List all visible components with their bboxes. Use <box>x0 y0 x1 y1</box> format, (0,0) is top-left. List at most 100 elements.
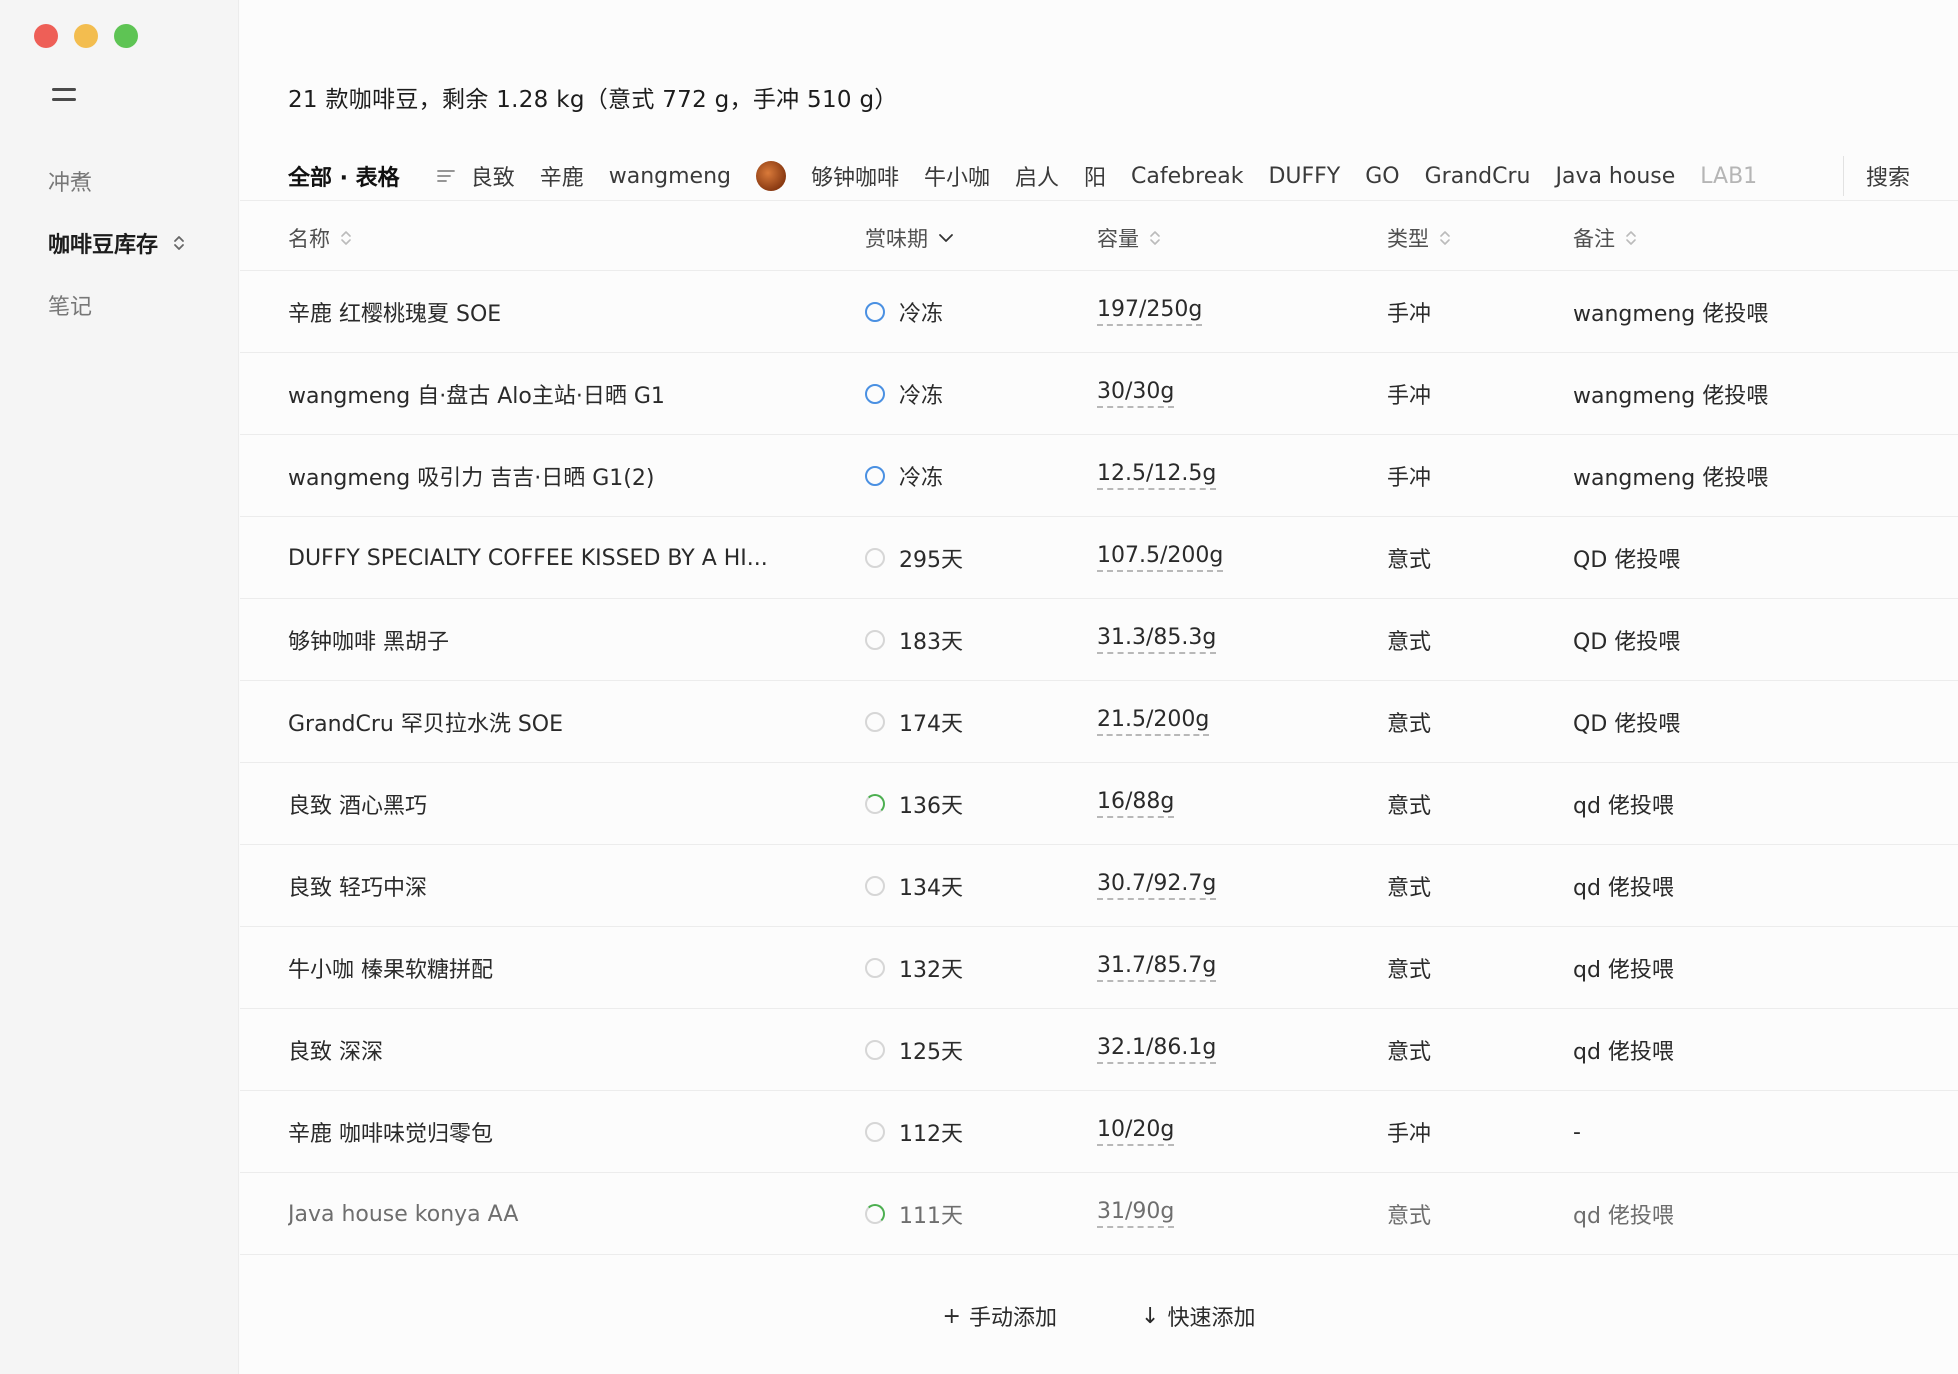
capacity-value[interactable]: 32.1/86.1g <box>1097 1036 1217 1064</box>
capacity-value[interactable]: 31.7/85.7g <box>1097 954 1217 982</box>
capacity-value[interactable]: 197/250g <box>1097 298 1203 326</box>
sidebar-item-label: 冲煮 <box>48 171 93 196</box>
filter-tab[interactable]: DUFFY <box>1268 156 1340 196</box>
capacity-value[interactable]: 31.3/85.3g <box>1097 626 1217 654</box>
capacity-cell: 107.5/200g <box>1097 517 1224 599</box>
bean-name: 良致 深深 <box>288 1040 383 1065</box>
sidebar-toggle-icon[interactable] <box>52 88 76 102</box>
sidebar-item-bean-inventory[interactable]: 咖啡豆库存 <box>48 212 186 274</box>
column-header-note[interactable]: 备注 <box>1573 205 1637 271</box>
bean-name: 辛鹿 红樱桃瑰夏 SOE <box>288 302 502 327</box>
table-row[interactable]: GrandCru 罕贝拉水洗 SOE 174天 21.5/200g 意式 QD 佬投喂 <box>240 681 1958 763</box>
freshness-ring-icon <box>865 548 885 568</box>
capacity-cell: 10/20g <box>1097 1091 1175 1173</box>
note-cell: QD 佬投喂 <box>1573 548 1681 573</box>
quick-add-button[interactable]: ↓ 快速添加 <box>1141 1300 1255 1332</box>
table-row[interactable]: wangmeng 吸引力 吉吉·日晒 G1(2) 冷冻 12.5/12.5g 手冲 wa… <box>240 435 1958 517</box>
capacity-value[interactable]: 21.5/200g <box>1097 708 1210 736</box>
filter-tab[interactable]: 启人 <box>1015 156 1059 196</box>
note-cell: qd 佬投喂 <box>1573 1040 1674 1065</box>
quick-add-label: 快速添加 <box>1167 1306 1256 1331</box>
note-cell: qd 佬投喂 <box>1573 794 1674 819</box>
table-row[interactable]: 够钟咖啡 黑胡子 183天 31.3/85.3g 意式 QD 佬投喂 <box>240 599 1958 681</box>
app-window: 冲煮 咖啡豆库存 笔记 21 款咖啡豆，剩余 1.28 kg（意式 772 g，… <box>0 0 1958 1374</box>
type-cell: 意式 <box>1387 1204 1432 1229</box>
bean-name: GrandCru 罕贝拉水洗 SOE <box>288 712 564 737</box>
filter-tab[interactable]: wangmeng <box>609 156 731 196</box>
capacity-value[interactable]: 31/90g <box>1097 1200 1175 1228</box>
column-header-type[interactable]: 类型 <box>1387 205 1451 271</box>
bottom-toolbar: + 手动添加 ↓ 快速添加 <box>240 1292 1958 1340</box>
table-row[interactable]: 辛鹿 咖啡味觉归零包 112天 10/20g 手冲 - <box>240 1091 1958 1173</box>
list-view-icon[interactable] <box>436 169 455 183</box>
table-row[interactable]: Java house konya AA 111天 31/90g 意式 qd 佬投喂 <box>240 1173 1958 1255</box>
sidebar-item-label: 笔记 <box>48 295 93 320</box>
manual-add-button[interactable]: + 手动添加 <box>943 1300 1057 1332</box>
zoom-window-button[interactable] <box>114 24 138 48</box>
capacity-value[interactable]: 10/20g <box>1097 1118 1175 1146</box>
sort-icon <box>340 229 352 247</box>
table-row[interactable]: 良致 酒心黑巧 136天 16/88g 意式 qd 佬投喂 <box>240 763 1958 845</box>
freshness-ring-icon <box>865 958 885 978</box>
capacity-value[interactable]: 12.5/12.5g <box>1097 462 1217 490</box>
note-cell: QD 佬投喂 <box>1573 630 1681 655</box>
sidebar-item-notes[interactable]: 笔记 <box>48 274 186 336</box>
chevron-down-icon <box>938 232 954 244</box>
filter-tab[interactable]: GO <box>1365 156 1399 196</box>
filter-tab[interactable]: 阳 <box>1084 156 1106 196</box>
filter-tab[interactable]: 辛鹿 <box>540 156 584 196</box>
table-row[interactable]: wangmeng 自·盘古 Alo主站·日晒 G1 冷冻 30/30g 手冲 wangm… <box>240 353 1958 435</box>
table-row[interactable]: DUFFY SPECIALTY COFFEE KISSED BY A HI...… <box>240 517 1958 599</box>
table-row[interactable]: 良致 轻巧中深 134天 30.7/92.7g 意式 qd 佬投喂 <box>240 845 1958 927</box>
capacity-value[interactable]: 30.7/92.7g <box>1097 872 1217 900</box>
freshness-ring-icon <box>865 302 885 322</box>
table-row[interactable]: 牛小咖 榛果软糖拼配 132天 31.7/85.7g 意式 qd 佬投喂 <box>240 927 1958 1009</box>
shelf-life-cell: 冷冻 <box>865 353 943 435</box>
type-cell: 手冲 <box>1387 1122 1432 1147</box>
capacity-value[interactable]: 30/30g <box>1097 380 1175 408</box>
shelf-life-text: 183天 <box>899 630 963 655</box>
filter-tab[interactable]: 良致 <box>471 156 515 196</box>
type-cell: 意式 <box>1387 794 1432 819</box>
column-header-capacity[interactable]: 容量 <box>1097 205 1161 271</box>
bean-name: 良致 酒心黑巧 <box>288 794 427 819</box>
table-row[interactable]: 良致 深深 125天 32.1/86.1g 意式 qd 佬投喂 <box>240 1009 1958 1091</box>
search-button[interactable]: 搜索 <box>1866 160 1910 192</box>
capacity-value[interactable]: 16/88g <box>1097 790 1175 818</box>
filter-tab-all[interactable]: 全部 · 表格 <box>288 156 400 196</box>
column-header-name[interactable]: 名称 <box>288 205 848 271</box>
filter-tab[interactable]: 牛小咖 <box>924 156 990 196</box>
filter-tab[interactable]: GrandCru <box>1425 156 1531 196</box>
filter-tab[interactable]: Cafebreak <box>1131 156 1243 196</box>
shelf-life-cell: 183天 <box>865 599 963 681</box>
shelf-life-text: 174天 <box>899 712 963 737</box>
bean-name: wangmeng 吸引力 吉吉·日晒 G1(2) <box>288 466 655 491</box>
capacity-cell: 31.3/85.3g <box>1097 599 1217 681</box>
table-row[interactable]: 辛鹿 红樱桃瑰夏 SOE 冷冻 197/250g 手冲 wangmeng 佬投喂 <box>240 271 1958 353</box>
shelf-life-cell: 111天 <box>865 1173 963 1255</box>
inventory-summary: 21 款咖啡豆，剩余 1.28 kg（意式 772 g，手冲 510 g） <box>288 87 898 113</box>
capacity-value[interactable]: 107.5/200g <box>1097 544 1224 572</box>
type-cell: 意式 <box>1387 958 1432 983</box>
column-header-label: 赏味期 <box>865 227 928 251</box>
close-window-button[interactable] <box>34 24 58 48</box>
shelf-life-cell: 136天 <box>865 763 963 845</box>
filter-tab-label: 全部 · 表格 <box>288 166 400 191</box>
type-cell: 手冲 <box>1387 302 1432 327</box>
shelf-life-cell: 冷冻 <box>865 271 943 353</box>
filter-tab[interactable]: Java house <box>1555 156 1675 196</box>
column-header-shelf-life[interactable]: 赏味期 <box>865 205 954 271</box>
capacity-cell: 16/88g <box>1097 763 1175 845</box>
filter-tab[interactable]: LAB1 <box>1700 156 1757 196</box>
chevron-up-down-icon[interactable] <box>172 233 186 253</box>
freshness-ring-icon <box>865 794 885 814</box>
coffee-bean-icon[interactable] <box>755 161 786 191</box>
minimize-window-button[interactable] <box>74 24 98 48</box>
filter-tab[interactable]: 够钟咖啡 <box>811 156 899 196</box>
capacity-cell: 31/90g <box>1097 1173 1175 1255</box>
shelf-life-text: 111天 <box>899 1204 963 1229</box>
bean-name: 牛小咖 榛果软糖拼配 <box>288 958 493 983</box>
bean-name: wangmeng 自·盘古 Alo主站·日晒 G1 <box>288 384 665 409</box>
sidebar-item-brew[interactable]: 冲煮 <box>48 150 186 212</box>
shelf-life-cell: 134天 <box>865 845 963 927</box>
